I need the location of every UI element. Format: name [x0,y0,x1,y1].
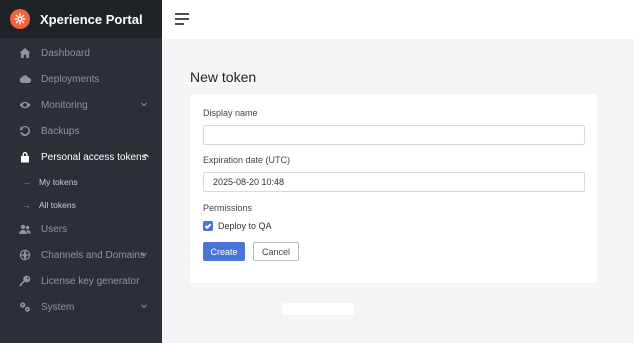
sidebar-item-license-key-generator[interactable]: License key generator [0,268,162,294]
create-button[interactable]: Create [203,242,245,261]
history-icon [18,124,32,138]
sidebar-item-label: Users [41,223,68,235]
sidebar-item-personal-access-tokens[interactable]: Personal access tokens [0,144,162,170]
sidebar-subitem-label: All tokens [39,199,76,210]
sidebar-subitem-my-tokens[interactable]: → My tokens [0,170,162,193]
sidebar-item-label: System [41,301,75,313]
sidebar-item-monitoring[interactable]: Monitoring [0,92,162,118]
sidebar-item-label: Deployments [41,73,100,85]
menu-toggle-icon[interactable] [175,13,189,25]
eye-icon [18,98,32,112]
chevron-down-icon [140,302,148,310]
new-token-form: Display name Expiration date (UTC) 2025-… [190,94,597,283]
sidebar-item-label: License key generator [41,275,140,287]
arrow-right-icon: → [22,176,31,187]
sidebar-item-dashboard[interactable]: Dashboard [0,40,162,66]
cogs-icon [18,300,32,314]
sidebar-subitem-label: My tokens [39,176,78,187]
sidebar-item-backups[interactable]: Backups [0,118,162,144]
sidebar-item-label: Dashboard [41,47,90,59]
arrow-right-icon: → [22,199,31,210]
permission-option-label: Deploy to QA [218,221,272,231]
chevron-up-icon [142,152,150,160]
users-icon [18,222,32,236]
expiration-date-label: Expiration date (UTC) [203,155,291,165]
main-content: New token Display name Expiration date (… [162,39,634,343]
sidebar-nav: Dashboard Deployments Monitoring Backups… [0,40,162,320]
lock-icon [18,150,32,164]
expiration-date-field[interactable]: 2025-08-20 10:48 [203,172,585,192]
checkmark-icon [204,223,212,230]
cancel-button[interactable]: Cancel [253,242,299,261]
sidebar-item-label: Monitoring [41,99,88,111]
sidebar-subitem-all-tokens[interactable]: → All tokens [0,193,162,216]
globe-icon [18,248,32,262]
chevron-down-icon [140,250,148,258]
brand-header[interactable]: Xperience Portal [0,0,162,38]
sidebar-item-deployments[interactable]: Deployments [0,66,162,92]
sidebar-item-system[interactable]: System [0,294,162,320]
blank-placeholder-bar [282,303,354,315]
topbar [162,0,634,39]
deploy-to-qa-checkbox[interactable] [203,221,213,231]
cloud-upload-icon [18,72,32,86]
app-title: Xperience Portal [40,11,143,27]
sidebar-item-label: Personal access tokens [41,151,147,163]
brand-logo-icon [10,9,30,29]
key-icon [18,274,32,288]
sidebar: Xperience Portal Dashboard Deployments M… [0,0,162,343]
permissions-label: Permissions [203,203,253,213]
home-icon [18,46,32,60]
sidebar-item-users[interactable]: Users [0,216,162,242]
permission-option-row[interactable]: Deploy to QA [203,221,272,231]
sidebar-item-label: Channels and Domains [41,249,145,261]
sidebar-item-label: Backups [41,125,80,137]
chevron-down-icon [140,100,148,108]
display-name-label: Display name [203,108,258,118]
display-name-field[interactable] [203,125,585,145]
page-title: New token [190,69,257,85]
sidebar-item-channels-and-domains[interactable]: Channels and Domains [0,242,162,268]
